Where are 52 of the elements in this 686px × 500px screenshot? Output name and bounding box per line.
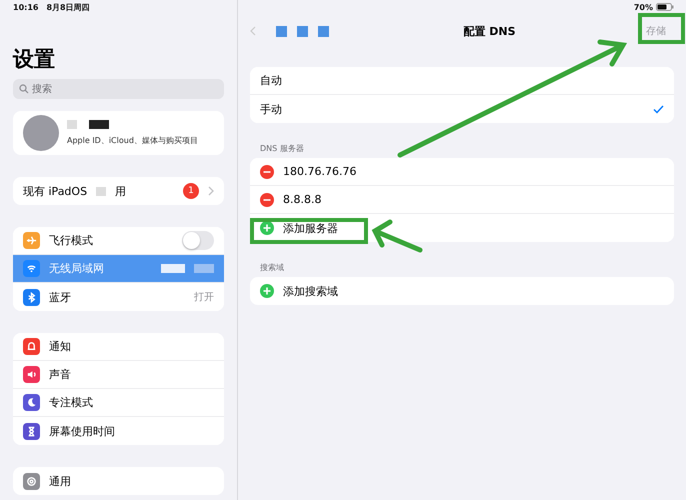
sidebar-title: 设置 — [13, 46, 56, 73]
avatar-circle — [23, 115, 59, 151]
account-subtitle: Apple ID、iCloud、媒体与购买项目 — [67, 135, 198, 146]
gear-icon — [23, 472, 40, 490]
checkmark-icon — [653, 104, 664, 114]
minus-circle-icon[interactable] — [260, 164, 274, 178]
status-date: 8月8日周四 — [46, 2, 90, 12]
hourglass-icon — [23, 422, 40, 440]
redacted-block — [89, 120, 109, 129]
update-label: 现有 iPadOS — [23, 184, 88, 198]
redacted-block — [194, 264, 214, 273]
highlight-frame — [638, 13, 685, 44]
redacted-block — [297, 26, 308, 36]
item-label: 声音 — [49, 367, 72, 382]
dns-server-address: 8.8.8.8 — [283, 193, 322, 206]
search-icon — [19, 84, 29, 94]
battery-percent: 70% — [634, 2, 653, 12]
bell-icon — [23, 338, 40, 355]
dns-server-address: 180.76.76.76 — [283, 165, 358, 178]
annotation-arrow — [372, 220, 422, 252]
plus-circle-icon[interactable] — [260, 284, 274, 298]
redacted-block — [276, 26, 287, 36]
page-title: 配置 DNS — [462, 24, 517, 38]
account-card[interactable]: Apple ID、iCloud、媒体与购买项目 — [13, 111, 224, 155]
wifi-icon — [23, 260, 40, 277]
search-field[interactable]: 搜索 — [13, 79, 224, 99]
toggle-switch[interactable] — [182, 231, 214, 250]
redacted-block — [96, 186, 106, 196]
battery-icon — [656, 3, 674, 11]
item-label: 屏幕使用时间 — [49, 424, 116, 438]
airplane-icon — [23, 232, 40, 249]
minus-circle-icon[interactable] — [260, 192, 274, 206]
redacted-block — [318, 26, 329, 36]
notification-badge: 1 — [183, 183, 199, 199]
add-server-link[interactable]: 添加服务器 — [283, 220, 664, 236]
item-value: 打开 — [194, 290, 214, 304]
item-label: 通用 — [49, 474, 72, 488]
item-label: 专注模式 — [49, 395, 94, 410]
bluetooth-icon — [23, 288, 40, 306]
item-label: 蓝牙 — [49, 290, 72, 304]
item-label: 无线局域网 — [49, 261, 105, 276]
item-label: 通知 — [49, 339, 72, 354]
item-label: 飞行模式 — [49, 233, 94, 248]
status-time: 10:16 — [13, 2, 38, 12]
section-header: 搜索域 — [260, 262, 285, 273]
redacted-block — [67, 120, 77, 129]
plus-circle-icon[interactable] — [260, 221, 274, 235]
chevron-icon — [208, 186, 214, 196]
moon-icon — [23, 394, 40, 411]
update-label: 用 — [115, 184, 128, 198]
speaker-icon — [23, 366, 40, 383]
section-header: DNS 服务器 — [260, 143, 305, 154]
